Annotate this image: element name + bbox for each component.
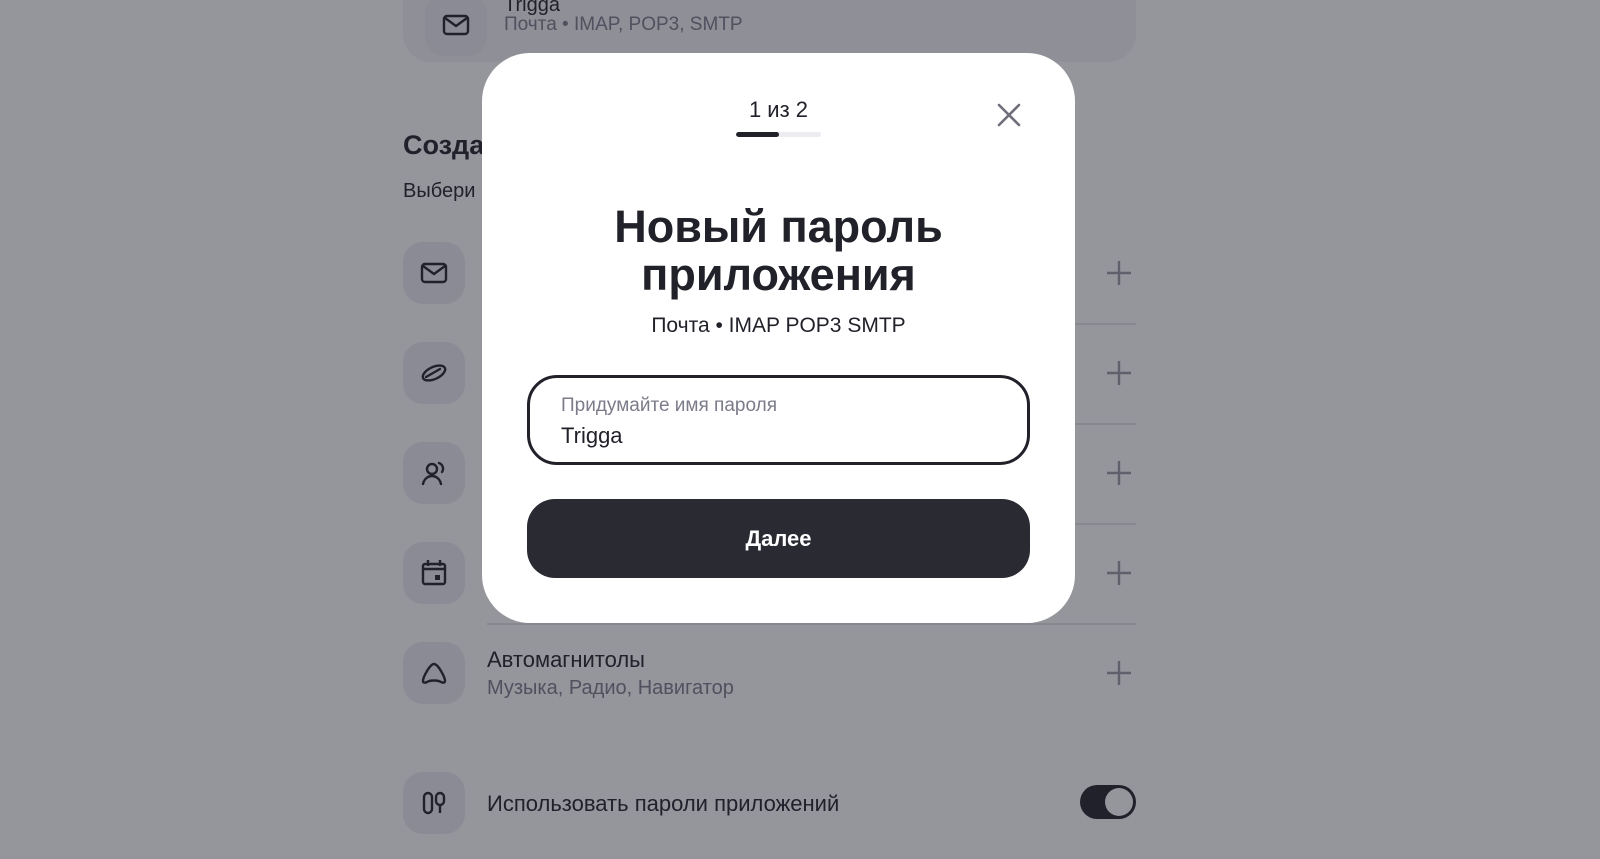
dialog-title: Новый пароль приложения	[614, 201, 943, 300]
close-button[interactable]	[994, 100, 1024, 130]
new-app-password-dialog: 1 из 2 Новый пароль приложения Почта • I…	[482, 53, 1075, 623]
password-name-input[interactable]	[561, 421, 991, 451]
close-icon	[997, 103, 1021, 127]
step-progress-fill	[736, 132, 779, 137]
dialog-subtitle: Почта • IMAP POP3 SMTP	[651, 314, 906, 337]
step-indicator: 1 из 2	[748, 97, 809, 122]
password-name-label: Придумайте имя пароля	[561, 395, 777, 416]
next-button[interactable]: Далее	[527, 499, 1030, 578]
step-progress-bar	[736, 132, 821, 137]
app-passwords-page: Trigga Почта • IMAP, POP3, SMTP Созда Вы…	[0, 0, 1600, 859]
password-name-field[interactable]: Придумайте имя пароля	[527, 375, 1030, 465]
